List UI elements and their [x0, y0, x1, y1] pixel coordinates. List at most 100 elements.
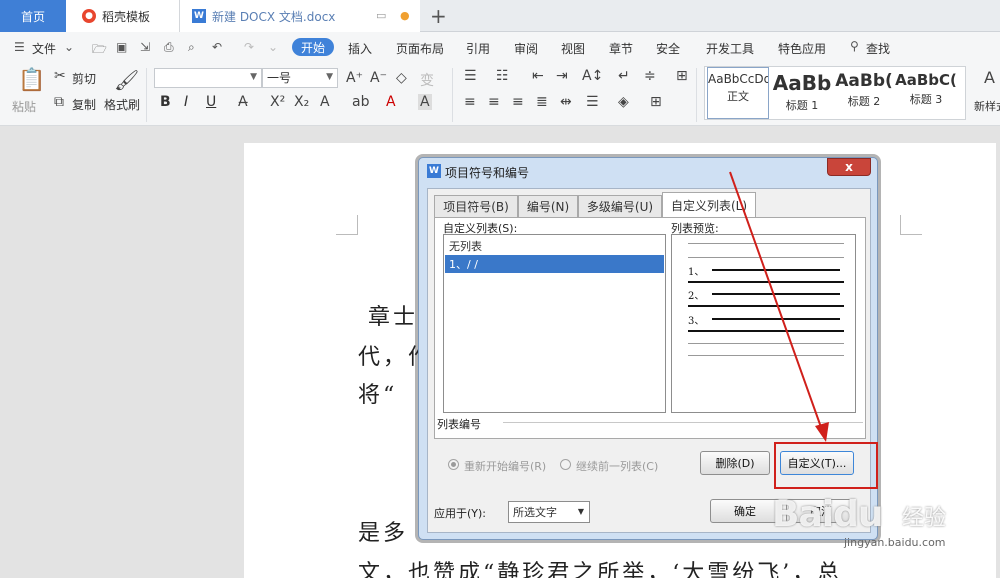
apply-to-select[interactable]: 所选文字 ▼	[508, 501, 590, 523]
highlight-icon[interactable]: ab	[352, 94, 369, 110]
subscript-icon[interactable]: X₂	[294, 94, 309, 110]
list-item[interactable]: 无列表	[445, 237, 664, 255]
sort-icon[interactable]: A↕	[582, 68, 603, 84]
tab-bullets[interactable]: 项目符号(B)	[434, 195, 518, 217]
redo-icon[interactable]: ↷	[244, 40, 254, 54]
phonetic-icon[interactable]: 变	[420, 70, 434, 90]
divider	[696, 68, 697, 122]
clear-format-icon[interactable]: ◇	[396, 70, 407, 86]
tab-templates[interactable]: ● 稻壳模板	[66, 0, 180, 32]
copy-button[interactable]: 复制	[72, 96, 96, 113]
export-icon[interactable]: ⇲	[140, 40, 150, 54]
ok-button[interactable]: 确定	[710, 499, 780, 523]
numbered-list-icon[interactable]: ☷	[496, 68, 509, 84]
tab-document[interactable]: W 新建 DOCX 文档.docx ▭ ●	[180, 0, 420, 32]
format-painter-icon: 🖌	[114, 68, 140, 92]
superscript-icon[interactable]: X²	[270, 94, 285, 110]
table-icon[interactable]: ⊞	[676, 68, 688, 84]
show-marks-icon[interactable]: ↵	[618, 68, 630, 84]
plus-icon[interactable]: +	[430, 4, 447, 28]
paste-icon[interactable]: 📋	[18, 68, 45, 93]
tab-custom-list[interactable]: 自定义列表(L)	[662, 192, 756, 218]
monitor-icon[interactable]: ▭	[376, 9, 386, 22]
chevron-down-icon[interactable]: ⌄	[64, 40, 74, 54]
tab-numbering[interactable]: 编号(N)	[518, 195, 578, 217]
increase-indent-icon[interactable]: ⇥	[556, 68, 568, 84]
new-style-icon[interactable]: A	[984, 68, 995, 87]
watermark-url: jingyan.baidu.com	[844, 536, 946, 549]
save-icon[interactable]: ▣	[116, 40, 127, 54]
document-text-line: 是多	[358, 521, 409, 546]
print-icon[interactable]: ⎙	[164, 40, 174, 55]
menu-sections[interactable]: 章节	[609, 40, 633, 57]
char-shading-icon[interactable]: A	[418, 94, 432, 110]
style-normal[interactable]: AaBbCcDd 正文	[707, 67, 769, 119]
undo-icon[interactable]: ↶	[212, 40, 222, 54]
font-color-icon[interactable]: A	[386, 94, 396, 110]
bullet-list-icon[interactable]: ☰	[464, 68, 477, 84]
divider	[146, 68, 147, 122]
italic-button[interactable]: I	[184, 94, 188, 110]
align-right-icon[interactable]: ≡	[512, 94, 524, 110]
chevron-down-icon[interactable]: ⌄	[268, 40, 278, 54]
restart-numbering-radio[interactable]	[448, 459, 459, 470]
menu-references[interactable]: 引用	[466, 40, 490, 57]
underline-button[interactable]: U	[206, 94, 216, 110]
style-heading-3[interactable]: AaBbC( 标题 3	[895, 67, 957, 119]
menu-search[interactable]: 查找	[866, 40, 890, 57]
shrink-font-icon[interactable]: A⁻	[370, 70, 387, 86]
shading-icon[interactable]: ◈	[618, 94, 629, 110]
menu-developer-tools[interactable]: 开发工具	[706, 40, 754, 57]
justify-icon[interactable]: ≣	[536, 94, 548, 110]
style-heading-2[interactable]: AaBb( 标题 2	[833, 67, 895, 119]
hamburger-icon[interactable]: ☰	[14, 40, 25, 54]
preview-line	[688, 355, 844, 356]
close-button[interactable]: x	[827, 158, 871, 176]
numbering-group-label: 列表编号	[437, 418, 481, 431]
preview-line	[688, 330, 844, 332]
menu-view[interactable]: 视图	[561, 40, 585, 57]
custom-list-box[interactable]: 无列表 1、/ /	[443, 234, 666, 413]
continue-list-radio[interactable]	[560, 459, 571, 470]
borders-icon[interactable]: ⊞	[650, 94, 662, 110]
menu-special-apps[interactable]: 特色应用	[778, 40, 826, 57]
print-preview-icon[interactable]: ⌕	[188, 40, 195, 55]
strikethrough-icon[interactable]: A̶	[238, 94, 248, 110]
font-size-select[interactable]: 一号 ▼	[262, 68, 338, 88]
open-folder-icon[interactable]: 🗁	[92, 40, 107, 61]
close-icon: x	[845, 160, 853, 174]
menu-insert[interactable]: 插入	[348, 40, 372, 57]
list-item[interactable]: 1、/ /	[445, 255, 664, 273]
menu-review[interactable]: 审阅	[514, 40, 538, 57]
tab-multilevel[interactable]: 多级编号(U)	[578, 195, 662, 217]
list-item-label: 1、/ /	[449, 258, 478, 271]
new-style-button[interactable]: 新样式	[974, 98, 1000, 114]
align-left-icon[interactable]: ≡	[464, 94, 476, 110]
baidu-jingyan-watermark: Baidu 经验 jingyan.baidu.com	[772, 492, 992, 552]
font-name-select[interactable]: ▼	[154, 68, 262, 88]
text-effect-icon[interactable]: A	[320, 94, 330, 110]
preview-line	[688, 305, 844, 307]
tab-home-label: 首页	[20, 9, 45, 24]
paste-button[interactable]: 粘贴	[12, 98, 36, 115]
distributed-icon[interactable]: ⇹	[560, 94, 572, 110]
tab-home[interactable]: 首页	[0, 0, 66, 32]
menu-start[interactable]: 开始	[292, 38, 334, 56]
apply-to-value: 所选文字	[513, 506, 557, 519]
bold-button[interactable]: B	[160, 94, 171, 110]
style-heading-1[interactable]: AaBb 标题 1	[771, 67, 833, 119]
menu-file[interactable]: 文件	[32, 40, 56, 57]
decrease-indent-icon[interactable]: ⇤	[532, 68, 544, 84]
menu-security[interactable]: 安全	[656, 40, 680, 57]
format-painter-button[interactable]: 格式刷	[104, 96, 140, 113]
preview-line	[712, 318, 840, 320]
spacing-icon[interactable]: ☰	[586, 94, 599, 110]
cut-button[interactable]: 剪切	[72, 70, 96, 87]
menu-page-layout[interactable]: 页面布局	[396, 40, 444, 57]
tab-bar: 首页 ● 稻壳模板 W 新建 DOCX 文档.docx ▭ ● +	[0, 0, 1000, 32]
search-icon[interactable]: ⚲	[850, 39, 859, 53]
align-center-icon[interactable]: ≡	[488, 94, 500, 110]
delete-button[interactable]: 删除(D)	[700, 451, 770, 475]
line-spacing-icon[interactable]: ≑	[644, 68, 656, 84]
grow-font-icon[interactable]: A⁺	[346, 70, 363, 86]
